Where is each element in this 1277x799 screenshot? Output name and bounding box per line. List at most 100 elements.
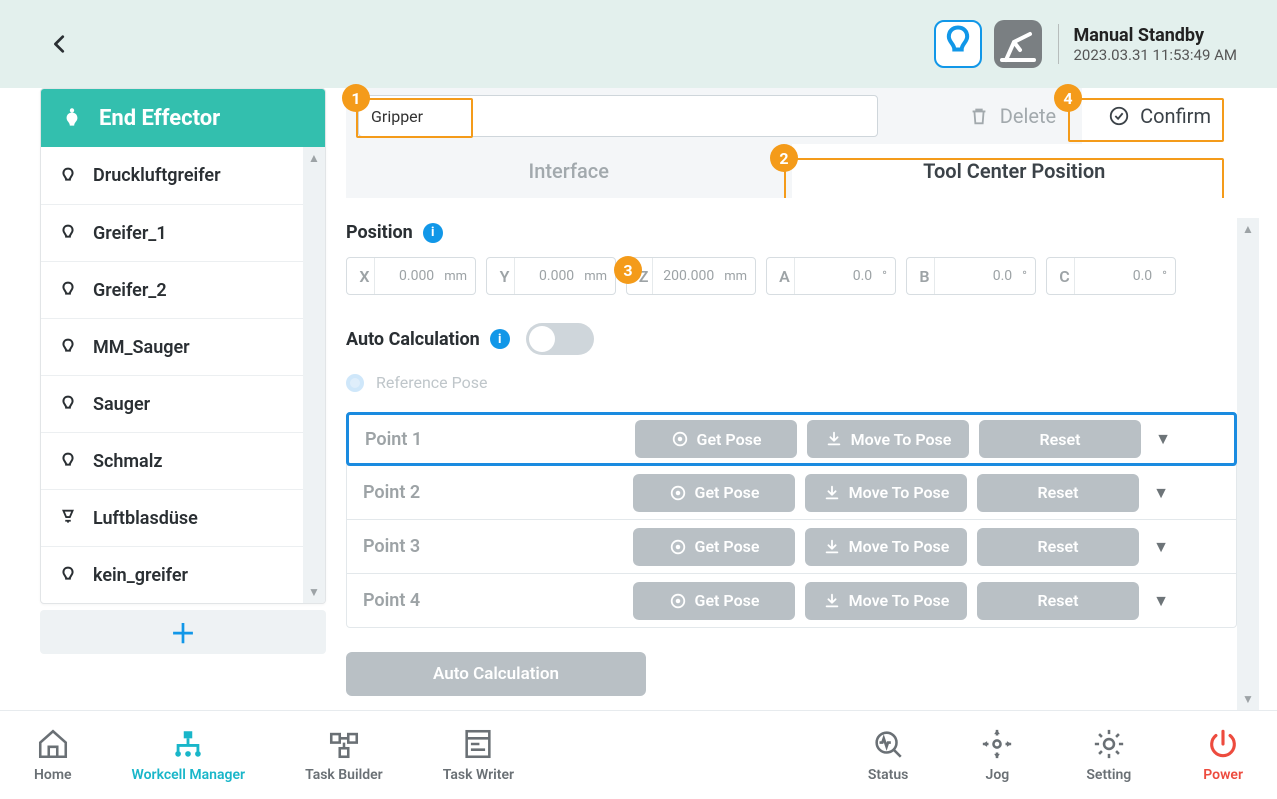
sidebar-item[interactable]: Luftblasdüse — [41, 489, 303, 546]
autocalc-label: Auto Calculation — [346, 329, 480, 350]
nav-status-label: Status — [868, 767, 908, 783]
get-pose-button[interactable]: Get Pose — [633, 528, 795, 566]
chevron-down-icon[interactable]: ▼ — [1149, 537, 1173, 557]
sidebar-scrollbar[interactable]: ▲ ▼ — [303, 147, 325, 603]
target-icon — [669, 592, 687, 610]
position-field-z[interactable]: Z200.000mm — [626, 257, 756, 295]
add-end-effector-button[interactable]: ＋ — [40, 610, 326, 654]
taskbuilder-icon — [327, 727, 361, 761]
point-row[interactable]: Point 4Get PoseMove To PoseReset▼ — [347, 573, 1236, 627]
tab-interface[interactable]: Interface — [346, 144, 792, 198]
autocalc-toggle[interactable] — [526, 323, 594, 355]
move-to-pose-button[interactable]: Move To Pose — [807, 420, 969, 458]
axis-value: 200.000 — [663, 268, 714, 284]
sidebar-item-label: Sauger — [93, 394, 150, 415]
top-robot-indicator[interactable] — [994, 20, 1042, 68]
nav-workcell-manager[interactable]: Workcell Manager — [132, 727, 246, 783]
chevron-down-icon[interactable]: ▼ — [1149, 591, 1173, 611]
move-to-pose-button[interactable]: Move To Pose — [805, 582, 967, 620]
axis-value: 0.0 — [1085, 268, 1152, 284]
content-scrollbar[interactable]: ▲ ▼ — [1237, 218, 1259, 710]
callout-badge-2: 2 — [770, 144, 798, 172]
point-label: Point 1 — [365, 429, 625, 450]
back-button[interactable] — [40, 24, 80, 64]
sidebar-item[interactable]: Sauger — [41, 375, 303, 432]
axis-label: A — [775, 258, 795, 294]
axis-label: B — [915, 258, 935, 294]
info-icon[interactable]: i — [490, 329, 510, 349]
axis-label: Y — [495, 258, 515, 294]
scroll-down-icon[interactable]: ▼ — [1237, 688, 1259, 710]
get-pose-button[interactable]: Get Pose — [633, 582, 795, 620]
status-datetime: 2023.03.31 11:53:49 AM — [1073, 46, 1237, 64]
nav-task-writer[interactable]: Task Writer — [443, 727, 514, 783]
target-icon — [669, 538, 687, 556]
chevron-down-icon[interactable]: ▼ — [1149, 483, 1173, 503]
reset-button[interactable]: Reset — [977, 582, 1139, 620]
axis-value: 0.000 — [385, 268, 434, 284]
effector-name-input[interactable] — [358, 95, 878, 137]
sidebar-item[interactable]: Druckluftgreifer — [41, 147, 303, 204]
get-pose-button[interactable]: Get Pose — [635, 420, 797, 458]
sidebar-item[interactable]: MM_Sauger — [41, 318, 303, 375]
sidebar-item[interactable]: Schmalz — [41, 432, 303, 489]
position-field-x[interactable]: X0.000mm — [346, 257, 476, 295]
position-field-b[interactable]: B0.0° — [906, 257, 1036, 295]
gripper-icon — [57, 336, 79, 358]
position-field-y[interactable]: Y0.000mm — [486, 257, 616, 295]
info-icon[interactable]: i — [423, 223, 443, 243]
chevron-down-icon[interactable]: ▼ — [1151, 429, 1175, 449]
status-icon — [871, 727, 905, 761]
sidebar-item[interactable]: kein_greifer — [41, 546, 303, 603]
sidebar-item[interactable]: Greifer_1 — [41, 204, 303, 261]
reset-button[interactable]: Reset — [977, 528, 1139, 566]
top-gripper-indicator[interactable] — [934, 20, 982, 68]
axis-unit: mm — [444, 269, 467, 284]
auto-calculation-button[interactable]: Auto Calculation — [346, 652, 646, 696]
callout-badge-1: 1 — [342, 84, 370, 112]
point-row[interactable]: Point 1 Get Pose Move To Pose Reset ▼ — [346, 412, 1237, 466]
gear-icon — [1092, 727, 1126, 761]
download-icon — [823, 538, 841, 556]
axis-unit: ° — [882, 269, 887, 284]
scroll-up-icon[interactable]: ▲ — [1237, 218, 1259, 240]
nav-setting[interactable]: Setting — [1086, 727, 1131, 783]
nav-power[interactable]: Power — [1203, 727, 1243, 783]
target-icon — [671, 430, 689, 448]
confirm-label: Confirm — [1140, 104, 1211, 128]
nav-task-builder[interactable]: Task Builder — [305, 727, 383, 783]
scroll-down-icon[interactable]: ▼ — [303, 581, 325, 603]
axis-value: 0.0 — [805, 268, 872, 284]
point-row[interactable]: Point 2Get PoseMove To PoseReset▼ — [347, 465, 1236, 519]
reference-pose-label: Reference Pose — [376, 373, 487, 392]
sidebar-item[interactable]: Greifer_2 — [41, 261, 303, 318]
move-to-pose-button[interactable]: Move To Pose — [805, 474, 967, 512]
reset-button[interactable]: Reset — [979, 420, 1141, 458]
trash-icon — [968, 105, 990, 127]
axis-unit: ° — [1022, 269, 1027, 284]
position-field-c[interactable]: C 0.0 ° — [1046, 257, 1176, 295]
confirm-button[interactable]: Confirm — [1082, 88, 1237, 144]
axis-unit: mm — [584, 269, 607, 284]
nozzle-icon — [57, 507, 79, 529]
target-icon — [669, 484, 687, 502]
axis-label: C — [1055, 258, 1075, 294]
nav-status[interactable]: Status — [868, 727, 908, 783]
nav-power-label: Power — [1203, 767, 1243, 783]
robot-arm-icon — [994, 20, 1042, 68]
get-pose-button[interactable]: Get Pose — [633, 474, 795, 512]
reset-button[interactable]: Reset — [977, 474, 1139, 512]
position-field-a[interactable]: A 0.0 ° — [766, 257, 896, 295]
tab-tcp[interactable]: Tool Center Position — [792, 144, 1238, 198]
nav-jog[interactable]: Jog — [980, 727, 1014, 783]
nav-workcell-label: Workcell Manager — [132, 767, 246, 783]
nav-setting-label: Setting — [1086, 767, 1131, 783]
move-to-pose-button[interactable]: Move To Pose — [805, 528, 967, 566]
reference-pose-radio[interactable] — [346, 374, 364, 392]
axis-unit: ° — [1162, 269, 1167, 284]
home-icon — [36, 727, 70, 761]
nav-home[interactable]: Home — [34, 727, 72, 783]
gripper-icon — [57, 279, 79, 301]
scroll-up-icon[interactable]: ▲ — [303, 147, 325, 169]
point-row[interactable]: Point 3Get PoseMove To PoseReset▼ — [347, 519, 1236, 573]
